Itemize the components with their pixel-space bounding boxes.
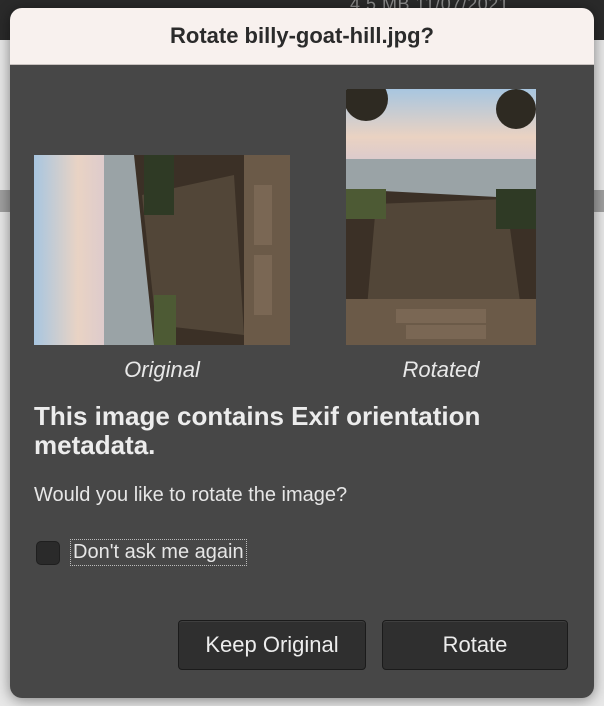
rotated-caption: Rotated <box>402 357 480 382</box>
original-image <box>34 155 290 345</box>
rotated-preview: Rotated <box>346 89 536 383</box>
keep-original-button[interactable]: Keep Original <box>178 620 366 670</box>
image-previews: Original Rotated <box>10 65 594 385</box>
dialog-question: Would you like to rotate the image? <box>34 484 348 506</box>
rotate-dialog: Rotate billy-goat-hill.jpg? Original Rot… <box>10 8 594 698</box>
dialog-titlebar: Rotate billy-goat-hill.jpg? <box>10 8 594 65</box>
rotated-image <box>346 89 536 345</box>
original-preview: Original <box>34 155 290 383</box>
original-caption: Original <box>124 357 200 382</box>
dialog-heading: This image contains Exif orientation met… <box>34 401 481 461</box>
dont-ask-again-row[interactable]: Don't ask me again <box>36 539 247 566</box>
dont-ask-again-label[interactable]: Don't ask me again <box>70 539 247 566</box>
dialog-title: Rotate billy-goat-hill.jpg? <box>170 23 434 48</box>
dont-ask-again-checkbox[interactable] <box>36 540 60 565</box>
rotate-button[interactable]: Rotate <box>382 620 568 670</box>
